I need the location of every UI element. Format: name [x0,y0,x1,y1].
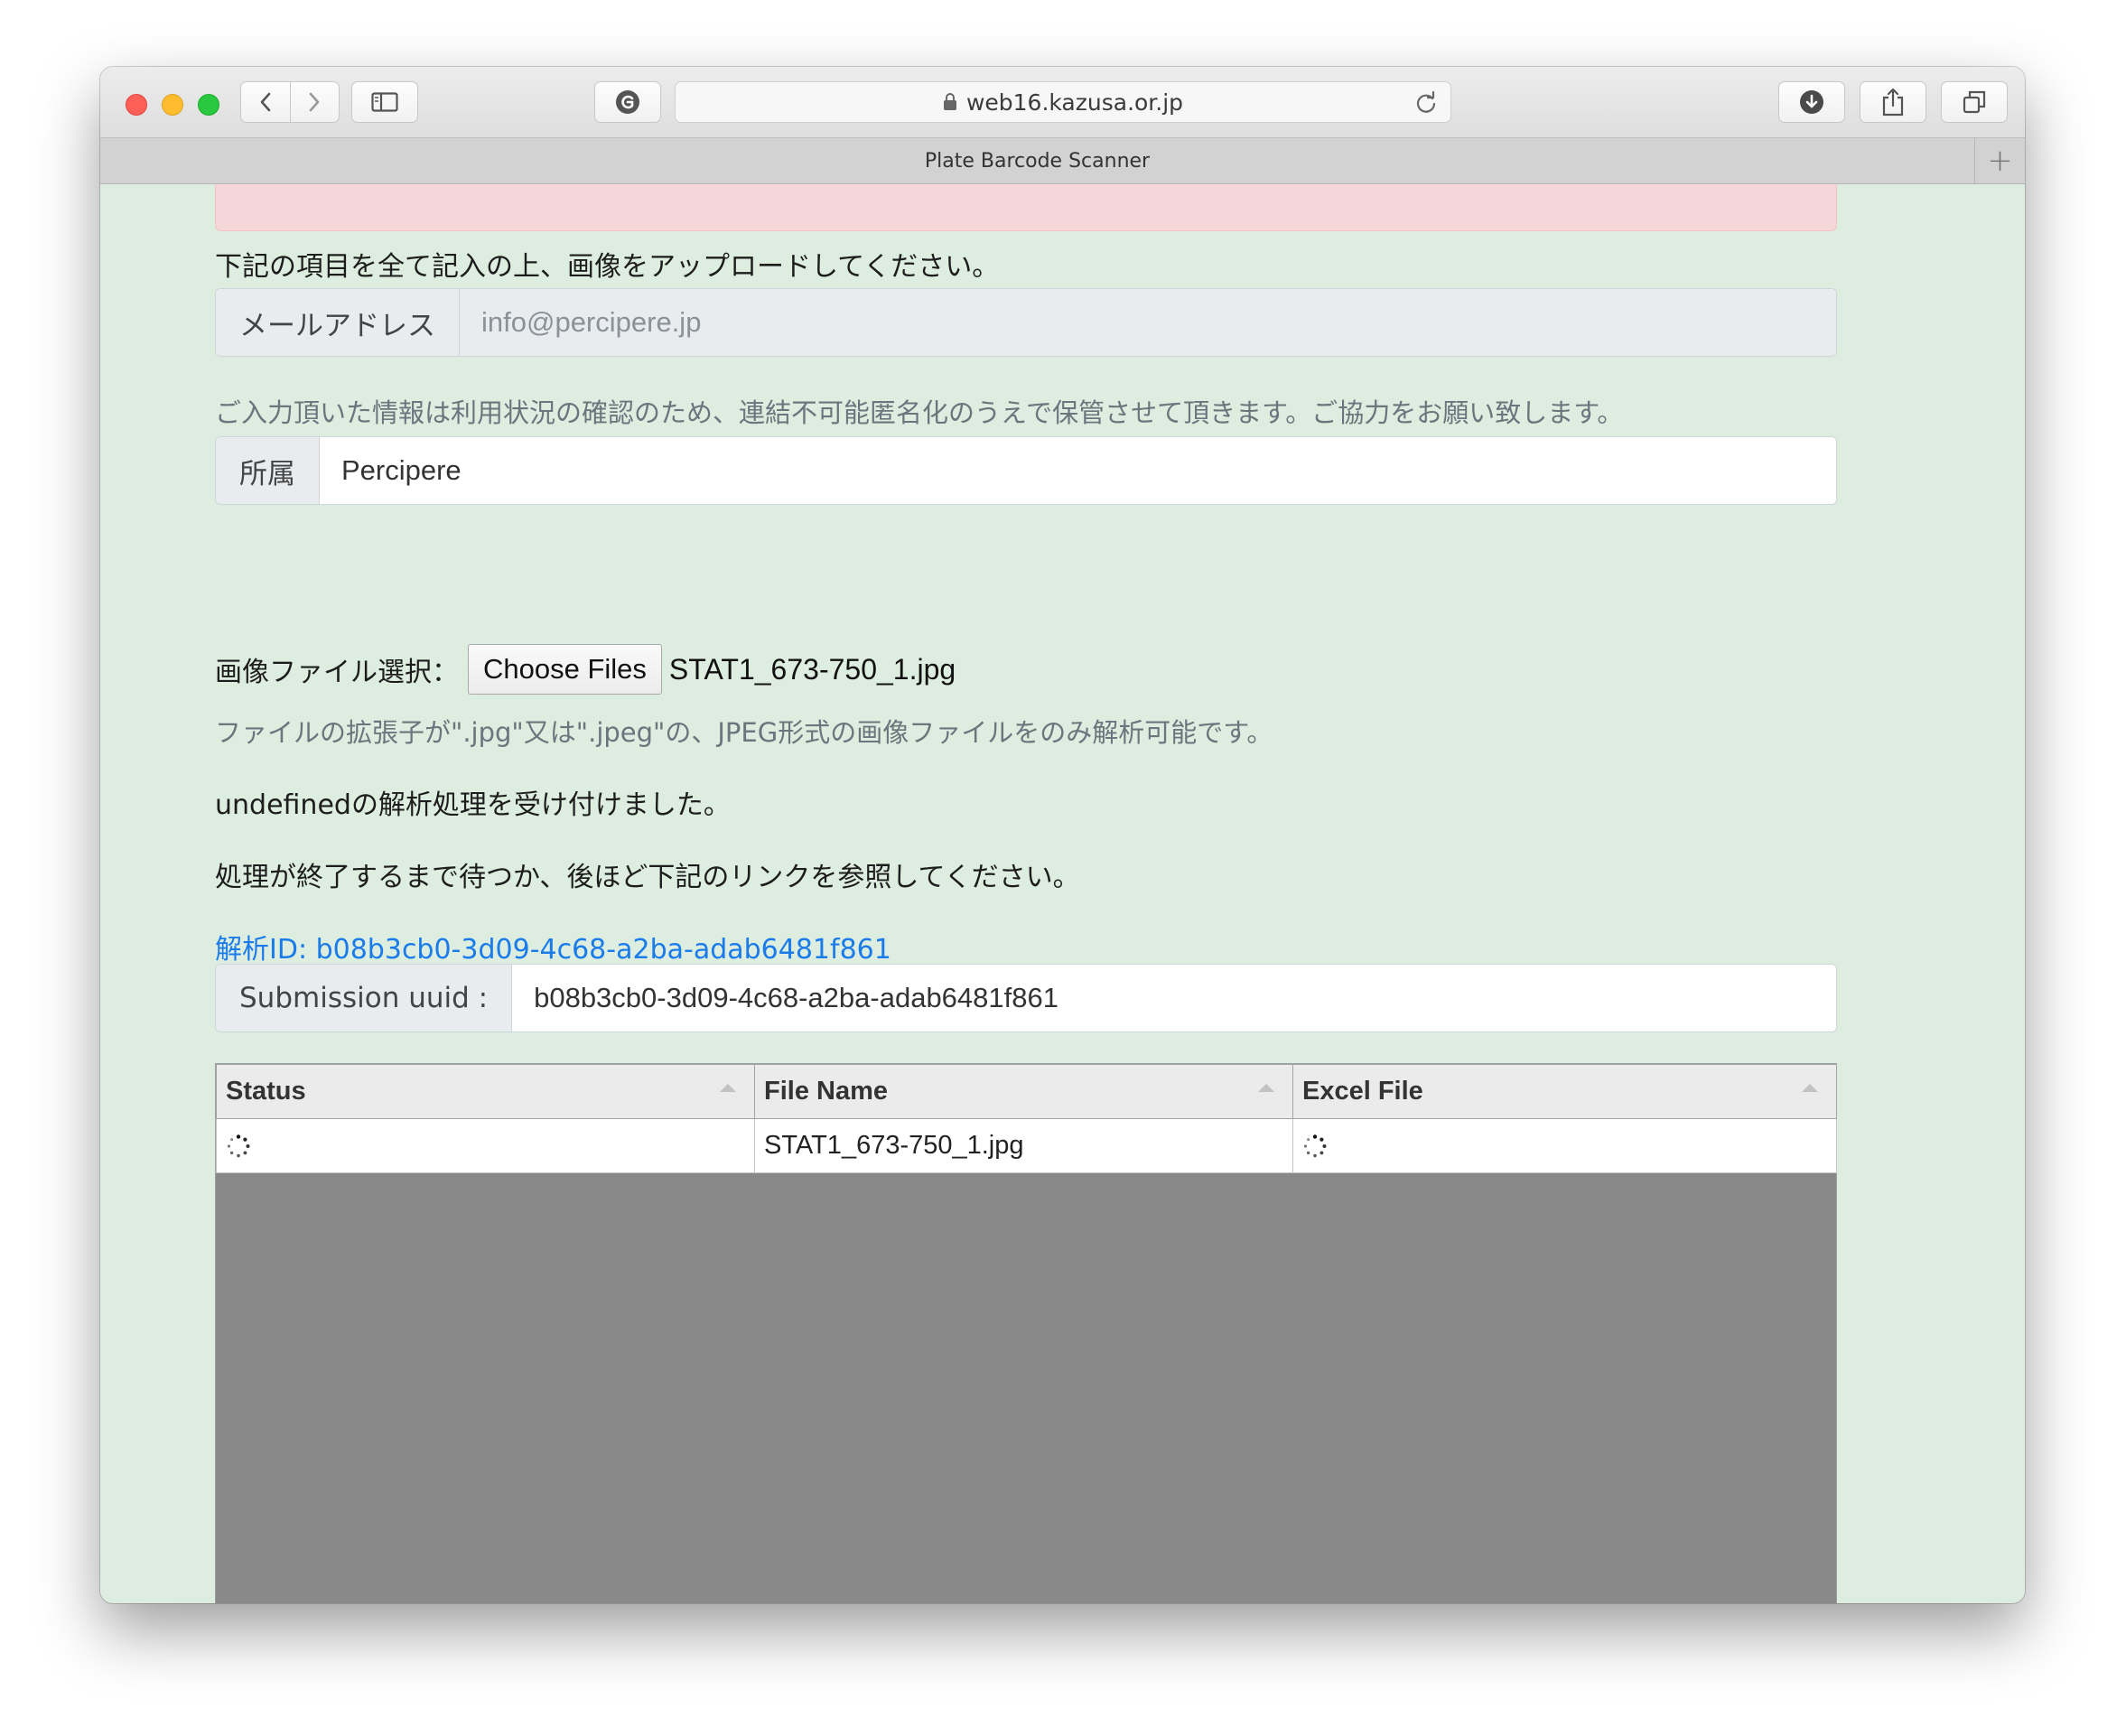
column-header-excel-file[interactable]: Excel File [1292,1064,1837,1119]
reload-icon[interactable] [1414,91,1438,115]
zoom-window-button[interactable] [198,94,219,116]
column-header-status[interactable]: Status [216,1064,755,1119]
back-button[interactable] [241,82,290,122]
file-select-label: 画像ファイル選択： [215,657,459,688]
column-header-file-name[interactable]: File Name [754,1064,1293,1119]
close-window-button[interactable] [126,94,147,116]
affiliation-field[interactable] [320,437,1836,504]
address-bar[interactable]: web16.kazusa.or.jp [675,81,1451,123]
browser-toolbar: web16.kazusa.or.jp [100,67,2025,137]
nav-buttons [240,81,340,123]
sort-ascending-icon[interactable] [1256,1081,1276,1094]
cell-file-name: STAT1_673-750_1.jpg [754,1118,1293,1173]
cell-excel-file [1292,1118,1837,1173]
instruction-text: 下記の項目を全て記入の上、画像をアップロードしてください。 [215,251,1000,283]
share-button[interactable] [1860,81,1926,123]
sort-ascending-icon[interactable] [718,1081,738,1094]
accepted-message: undefinedの解析処理を受け付けました。 [215,789,731,821]
choose-files-button[interactable]: Choose Files [468,644,662,695]
email-label: メールアドレス [216,289,460,356]
loading-spinner-icon [227,1134,250,1158]
chevron-right-icon [309,92,320,112]
submission-uuid-field[interactable] [512,965,1836,1031]
minimize-window-button[interactable] [162,94,183,116]
results-table: Status File Name Excel File STAT1_673-75… [215,1063,1837,1603]
table-header-row: Status File Name Excel File [216,1064,1837,1119]
forward-button[interactable] [289,82,340,122]
tab-bar: Plate Barcode Scanner + [100,137,2025,184]
submission-uuid-label: Submission uuid : [216,965,513,1031]
lock-icon [943,93,956,110]
page-content: 下記の項目を全て記入の上、画像をアップロードしてください。 メールアドレス ご入… [100,184,2025,1603]
selected-file-name: STAT1_673-750_1.jpg [668,652,956,686]
download-icon [1800,90,1823,114]
grammarly-icon [616,90,639,114]
privacy-note: ご入力頂いた情報は利用状況の確認のため、連結不可能匿名化のうえで保管させて頂きま… [215,397,1624,428]
downloads-button[interactable] [1778,81,1845,123]
email-field[interactable] [460,289,1836,356]
url-text: web16.kazusa.or.jp [965,89,1184,116]
analysis-id-link[interactable]: 解析ID: b08b3cb0-3d09-4c68-a2ba-adab6481f8… [215,927,891,966]
wait-message: 処理が終了するまで待つか、後ほど下記のリンクを参照してください。 [215,862,1080,893]
email-input-group: メールアドレス [215,288,1837,357]
new-tab-button[interactable]: + [1974,138,2025,183]
sidebar-button[interactable] [351,81,418,123]
tabs-icon [1963,90,1986,114]
sidebar-icon [371,92,398,112]
column-header-label: Excel File [1302,1077,1423,1106]
file-select-row: 画像ファイル選択： Choose Files STAT1_673-750_1.j… [215,643,956,695]
cell-status [216,1118,755,1173]
sort-ascending-icon[interactable] [1800,1081,1820,1094]
column-header-label: File Name [764,1077,888,1106]
affiliation-label: 所属 [216,437,320,504]
alert-box [215,184,1837,231]
tab-overview-button[interactable] [1941,81,2008,123]
share-icon [1882,88,1904,117]
grammarly-extension-button[interactable] [594,81,661,123]
tab-active[interactable]: Plate Barcode Scanner [100,138,1974,183]
chevron-left-icon [260,92,271,112]
browser-window: web16.kazusa.or.jp Plate Barcode Scanner… [100,67,2025,1603]
file-type-note: ファイルの拡張子が".jpg"又は".jpeg"の、JPEG形式の画像ファイルを… [215,717,1273,748]
affiliation-input-group: 所属 [215,436,1837,505]
submission-uuid-group: Submission uuid : [215,964,1837,1032]
column-header-label: Status [226,1077,306,1106]
loading-spinner-icon [1303,1134,1327,1158]
table-row: STAT1_673-750_1.jpg [216,1118,1837,1173]
